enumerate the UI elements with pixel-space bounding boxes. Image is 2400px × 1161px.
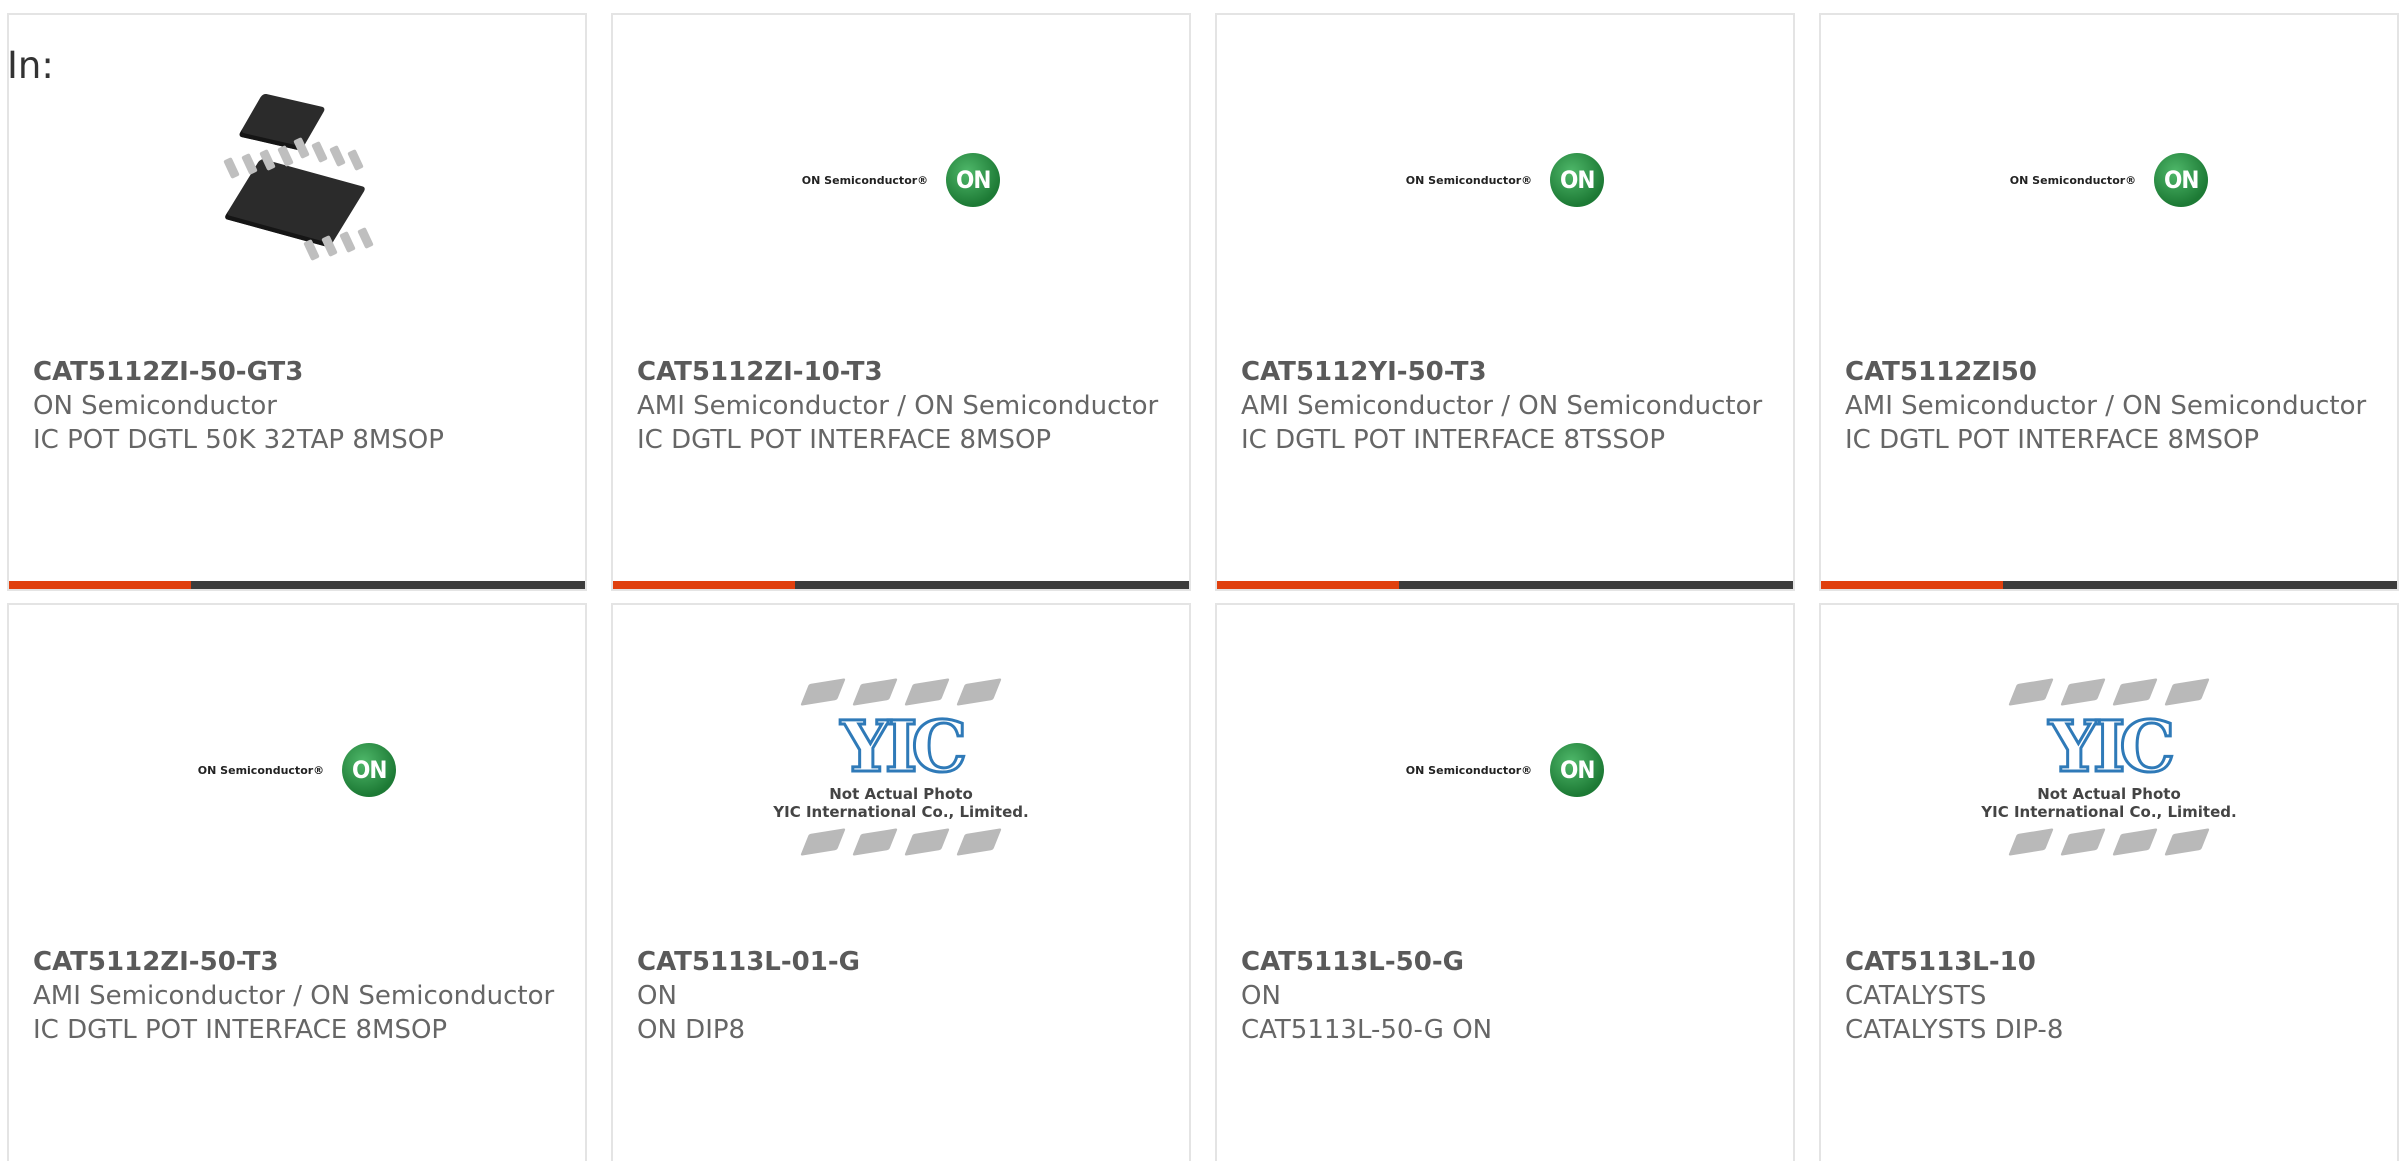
card-accent-bar [9,581,585,589]
product-image: YIC Not Actual Photo YIC International C… [613,660,1189,880]
description: IC POT DGTL 50K 32TAP 8MSOP [33,425,444,455]
yic-placeholder-image: YIC Not Actual Photo YIC International C… [1981,678,2237,859]
description: CATALYSTS DIP-8 [1845,1015,2064,1045]
card-accent-bar [1217,581,1793,589]
manufacturer: AMI Semiconductor / ON Semiconductor [1241,391,1763,421]
manufacturer: AMI Semiconductor / ON Semiconductor [637,391,1159,421]
on-semiconductor-logo: ON Semiconductor® ON [198,743,397,797]
product-card[interactable]: YIC Not Actual Photo YIC International C… [1819,603,2399,1161]
product-image: ON Semiconductor® ON [9,660,585,880]
part-number[interactable]: CAT5113L-10 [1845,945,2377,979]
product-image: YIC Not Actual Photo YIC International C… [1821,660,2397,880]
part-number[interactable]: CAT5112ZI-50-GT3 [33,355,565,389]
description: IC DGTL POT INTERFACE 8MSOP [33,1015,448,1045]
product-card[interactable]: ON Semiconductor® ON CAT5112ZI50 AMI Sem… [1819,13,2399,591]
product-image [9,70,585,290]
product-image: ON Semiconductor® ON [1217,660,1793,880]
part-number[interactable]: CAT5112ZI-50-T3 [33,945,565,979]
filter-label: In: [7,44,54,87]
product-grid: CAT5112ZI-50-GT3 ON Semiconductor IC POT… [7,13,2399,1161]
description: IC DGTL POT INTERFACE 8TSSOP [1241,425,1666,455]
manufacturer: AMI Semiconductor / ON Semiconductor [1845,391,2367,421]
on-semiconductor-logo: ON Semiconductor® ON [2010,153,2209,207]
product-card[interactable]: ON Semiconductor® ON CAT5113L-50-G ON CA… [1215,603,1795,1161]
part-number[interactable]: CAT5112ZI50 [1845,355,2377,389]
manufacturer: AMI Semiconductor / ON Semiconductor [33,981,555,1011]
product-image: ON Semiconductor® ON [1217,70,1793,290]
part-number[interactable]: CAT5112ZI-10-T3 [637,355,1169,389]
product-card[interactable]: CAT5112ZI-50-GT3 ON Semiconductor IC POT… [7,13,587,591]
manufacturer: ON Semiconductor [33,391,277,421]
part-number[interactable]: CAT5113L-50-G [1241,945,1773,979]
product-card[interactable]: ON Semiconductor® ON CAT5112ZI-10-T3 AMI… [611,13,1191,591]
chip-package-icon [197,80,397,280]
product-card[interactable]: ON Semiconductor® ON CAT5112YI-50-T3 AMI… [1215,13,1795,591]
product-card[interactable]: YIC Not Actual Photo YIC International C… [611,603,1191,1161]
card-accent-bar [1821,581,2397,589]
on-semiconductor-logo: ON Semiconductor® ON [1406,153,1605,207]
part-number[interactable]: CAT5112YI-50-T3 [1241,355,1773,389]
manufacturer: ON [1241,981,1281,1011]
on-semiconductor-logo: ON Semiconductor® ON [1406,743,1605,797]
manufacturer: ON [637,981,677,1011]
description: IC DGTL POT INTERFACE 8MSOP [637,425,1052,455]
part-number[interactable]: CAT5113L-01-G [637,945,1169,979]
on-semiconductor-logo: ON Semiconductor® ON [802,153,1001,207]
description: CAT5113L-50-G ON [1241,1015,1493,1045]
product-image: ON Semiconductor® ON [613,70,1189,290]
description: IC DGTL POT INTERFACE 8MSOP [1845,425,2260,455]
yic-placeholder-image: YIC Not Actual Photo YIC International C… [773,678,1029,859]
description: ON DIP8 [637,1015,746,1045]
product-image: ON Semiconductor® ON [1821,70,2397,290]
card-accent-bar [613,581,1189,589]
manufacturer: CATALYSTS [1845,981,1987,1011]
page: In: CAT5112ZI-50-GT3 ON Semiconductor IC… [0,0,2400,1161]
product-card[interactable]: ON Semiconductor® ON CAT5112ZI-50-T3 AMI… [7,603,587,1161]
